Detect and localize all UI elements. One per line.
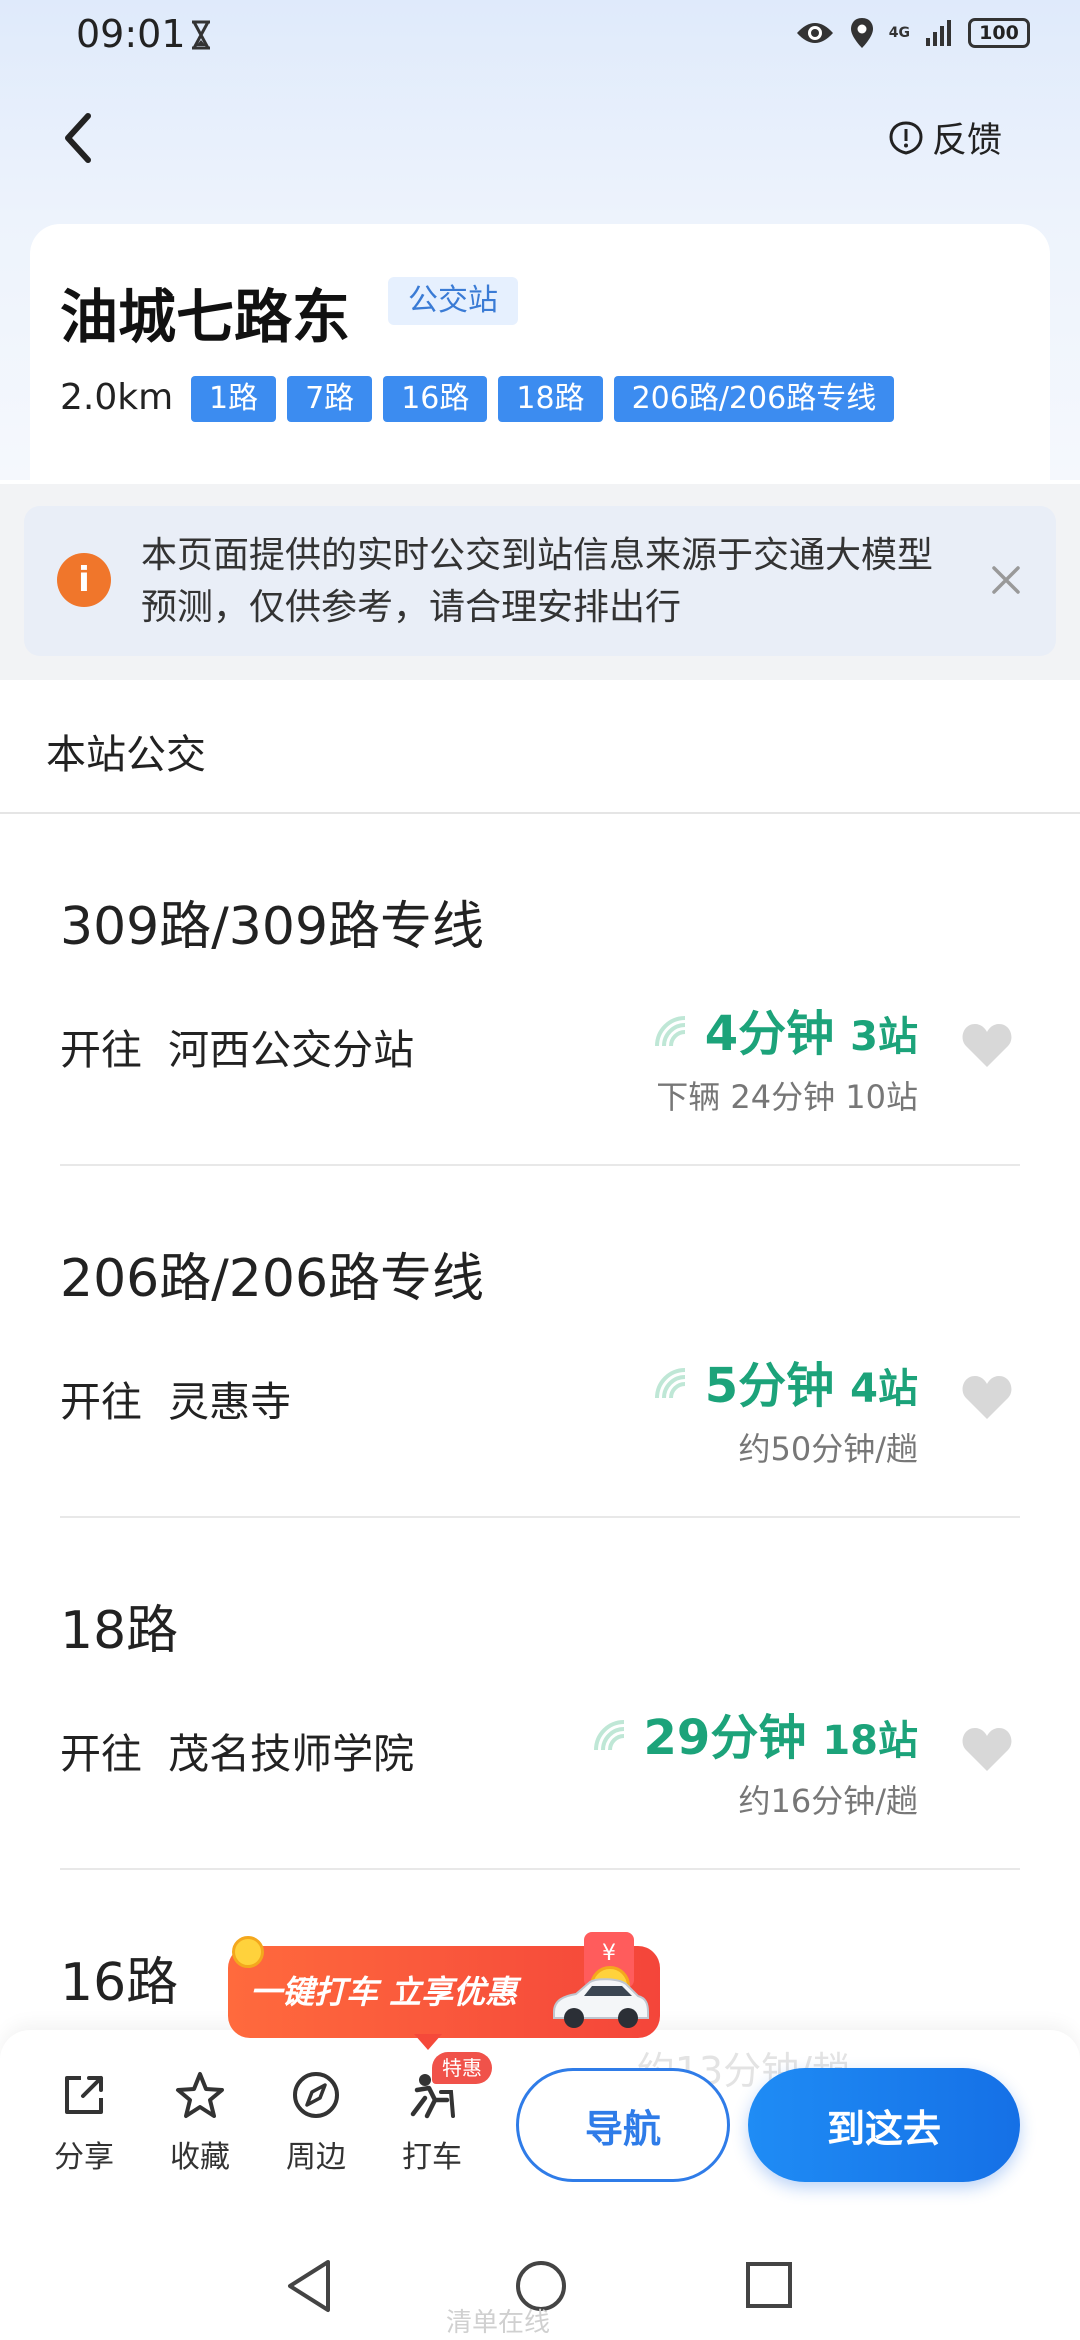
route-tag[interactable]: 206路/206路专线: [613, 376, 895, 422]
bus-line-direction: 开往 河西公交分站: [60, 1026, 415, 1074]
taxi-button[interactable]: 打车: [382, 2070, 482, 2176]
favorite-label: 收藏: [170, 2140, 230, 2175]
nearby-label: 周边: [286, 2140, 346, 2175]
next-bus-info: 下辆 24分钟 10站: [656, 1078, 918, 1116]
eye-icon: [796, 23, 833, 43]
taxi-label: 打车: [402, 2140, 462, 2175]
system-recents-icon[interactable]: [744, 2258, 794, 2314]
nearby-button[interactable]: 周边: [266, 2070, 366, 2176]
status-bar: 09:01 4G 100: [0, 0, 1080, 72]
coin-icon: [232, 1936, 264, 1968]
compass-icon: [293, 2072, 339, 2118]
status-time: 09:01: [76, 12, 186, 56]
bus-line-item[interactable]: 309路/309路专线 开往 河西公交分站 4分钟 3站 下辆 24分钟 10站: [0, 814, 1080, 1166]
discount-badge: 特惠: [432, 2052, 492, 2084]
location-icon: [850, 18, 873, 48]
system-back-icon[interactable]: [284, 2258, 334, 2314]
go-here-button[interactable]: 到这去: [748, 2068, 1020, 2182]
share-icon: [65, 2076, 103, 2114]
heart-icon[interactable]: [960, 1372, 1014, 1422]
alert-circle-icon: [889, 120, 923, 155]
bus-line-name: 309路/309路专线: [60, 897, 485, 957]
frequency-info: 约16分钟/趟: [738, 1782, 918, 1820]
realtime-signal-icon: [593, 1720, 624, 1751]
info-icon: i: [57, 553, 111, 607]
network-type: 4G: [888, 25, 910, 41]
route-tag[interactable]: 16路: [383, 376, 488, 422]
navigate-button[interactable]: 导航: [516, 2068, 730, 2182]
stop-name: 油城七路东: [60, 283, 351, 351]
eta-minutes: 4分钟: [704, 1006, 835, 1062]
realtime-notice-banner: i 本页面提供的实时公交到站信息来源于交通大模型预测，仅供参考，请合理安排出行: [24, 506, 1056, 656]
stop-info-card: [30, 224, 1050, 484]
arrival-info: 29分钟 18站 约16分钟/趟: [592, 1698, 918, 1822]
favorite-button[interactable]: 收藏: [150, 2070, 250, 2176]
back-arrow-icon[interactable]: [56, 108, 104, 168]
section-title: 本站公交: [46, 732, 206, 778]
heart-icon[interactable]: [960, 1724, 1014, 1774]
car-icon: [553, 1978, 649, 2028]
close-icon[interactable]: [986, 560, 1026, 600]
route-tag-list: 1路 7路 16路 18路 206路/206路专线: [191, 376, 895, 422]
notice-text: 本页面提供的实时公交到站信息来源于交通大模型预测，仅供参考，请合理安排出行: [141, 535, 934, 628]
eta-minutes: 5分钟: [704, 1358, 835, 1414]
share-label: 分享: [54, 2140, 114, 2175]
feedback-button[interactable]: 反馈: [888, 112, 1002, 163]
eta-stops: 4站: [850, 1366, 918, 1412]
stop-distance: 2.0km: [60, 377, 174, 418]
route-tag[interactable]: 7路: [287, 376, 373, 422]
status-icons: 4G 100: [795, 16, 1030, 50]
feedback-label: 反馈: [931, 121, 1002, 161]
signal-strength-icon: [926, 20, 951, 46]
eta-stops: 18站: [822, 1718, 918, 1764]
arrival-info: 5分钟 4站 约50分钟/趟: [653, 1346, 918, 1470]
arrival-info: 4分钟 3站 下辆 24分钟 10站: [653, 994, 918, 1118]
bus-line-item[interactable]: 206路/206路专线 开往 灵惠寺 5分钟 4站 约50分钟/趟: [0, 1166, 1080, 1518]
frequency-info: 约50分钟/趟: [738, 1430, 918, 1468]
realtime-signal-icon: [654, 1016, 685, 1047]
eta-stops: 3站: [850, 1014, 918, 1060]
promo-pointer: [414, 2034, 442, 2050]
bus-line-name: 206路/206路专线: [60, 1249, 485, 1309]
bus-line-direction: 开往 茂名技师学院: [60, 1730, 415, 1778]
route-tag[interactable]: 1路: [191, 376, 277, 422]
route-tag[interactable]: 18路: [498, 376, 603, 422]
stop-type-badge: 公交站: [388, 277, 518, 325]
share-button[interactable]: 分享: [34, 2070, 134, 2176]
bus-line-name: 16路: [60, 1953, 179, 2013]
battery-indicator: 100: [968, 18, 1030, 48]
watermark: 清单在线: [446, 2308, 551, 2338]
star-icon: [176, 2072, 224, 2118]
bus-line-item[interactable]: 18路 开往 茂名技师学院 29分钟 18站 约16分钟/趟: [0, 1518, 1080, 1870]
bus-line-name: 18路: [60, 1601, 179, 1661]
heart-icon[interactable]: [960, 1020, 1014, 1070]
eta-minutes: 29分钟: [643, 1710, 807, 1766]
realtime-signal-icon: [654, 1368, 685, 1399]
hourglass-icon: [192, 20, 210, 50]
bus-line-direction: 开往 灵惠寺: [60, 1378, 292, 1426]
